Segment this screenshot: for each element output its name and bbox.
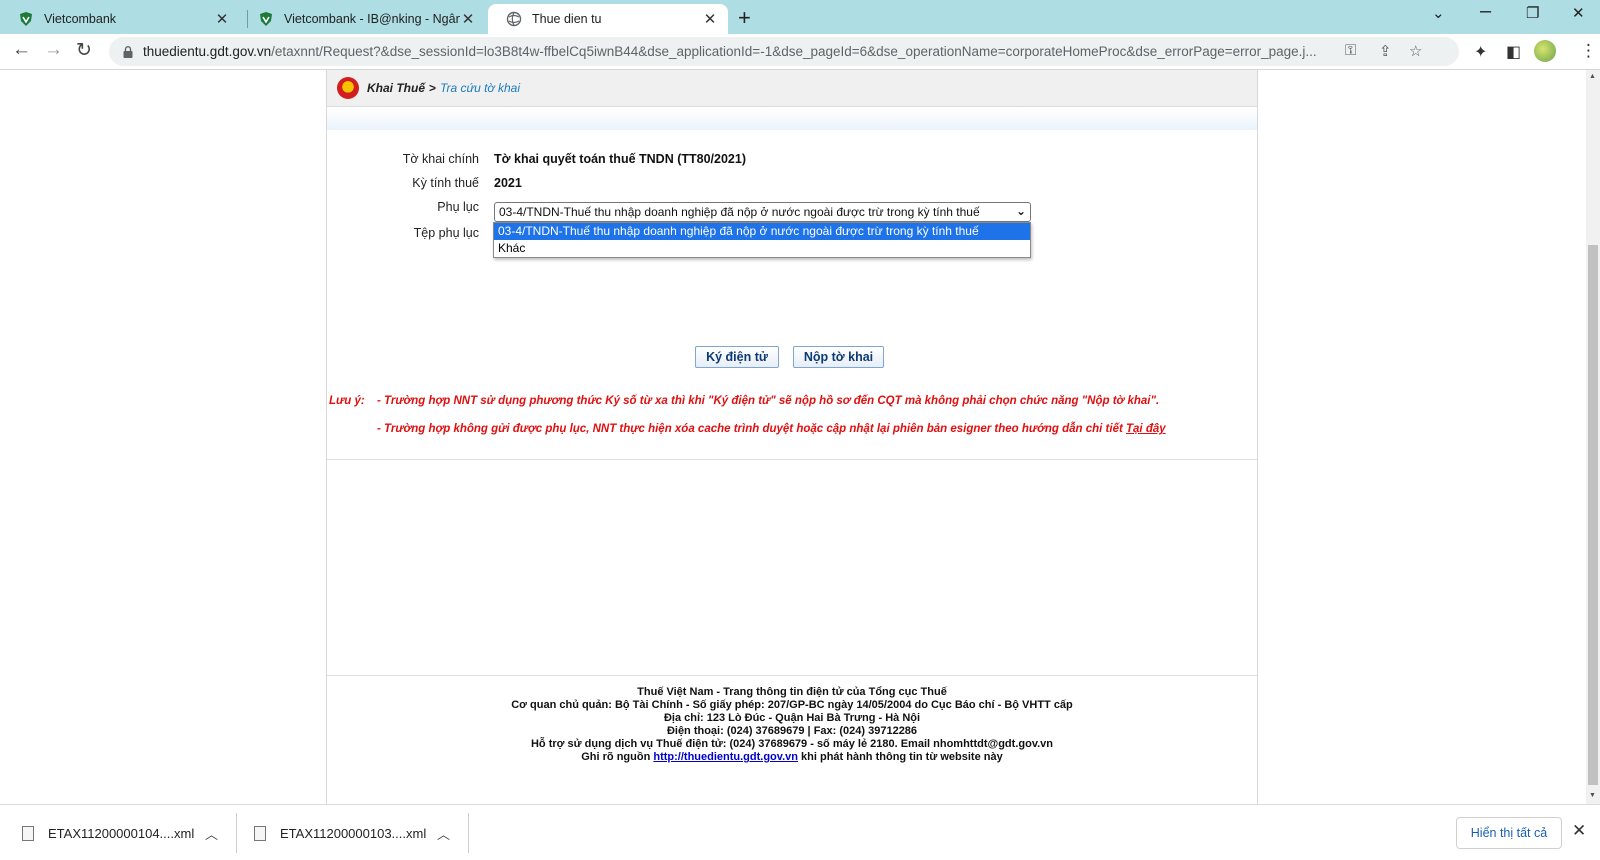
tab-vietcombank-1[interactable]: Vietcombank ✕	[0, 4, 240, 34]
back-arrow-icon[interactable]: ←	[12, 39, 31, 61]
file-icon	[22, 825, 34, 841]
tab-title: Thue dien tu	[532, 12, 602, 26]
lock-icon[interactable]	[121, 45, 135, 59]
chevron-up-icon[interactable]: ︿	[205, 824, 218, 843]
breadcrumb: Khai Thuế > Tra cứu tờ khai	[327, 70, 1257, 107]
file-icon	[254, 825, 266, 841]
appendix-select[interactable]: 03-4/TNDN-Thuế thu nhập doanh nghiệp đã …	[494, 202, 1031, 222]
extensions-icon[interactable]: ✦	[1474, 42, 1487, 62]
scroll-up-icon[interactable]: ▲	[1589, 73, 1596, 80]
breadcrumb-separator: >	[429, 81, 437, 95]
footer-line: Ghi rõ nguồn http://thuedientu.gdt.gov.v…	[327, 751, 1257, 764]
site-footer: Thuế Việt Nam - Trang thông tin điện tử …	[327, 675, 1257, 804]
scrollbar-thumb[interactable]	[1588, 245, 1598, 785]
vietcombank-shield-icon	[260, 12, 272, 26]
main-declaration-value: Tờ khai quyết toán thuế TNDN (TT80/2021)	[494, 152, 746, 166]
appendix-file-label: Tệp phụ lục	[413, 226, 479, 240]
forward-arrow-icon[interactable]: →	[44, 39, 63, 61]
download-filename: ETAX11200000103....xml	[280, 825, 427, 841]
note-line-1: - Trường hợp NNT sử dụng phương thức Ký …	[377, 395, 1160, 407]
download-bar-close-icon[interactable]: ✕	[1572, 821, 1586, 841]
address-bar[interactable]: thuedientu.gdt.gov.vn/etaxnnt/Request?&d…	[109, 37, 1459, 66]
sidepanel-icon[interactable]: ◧	[1506, 42, 1521, 62]
breadcrumb-current[interactable]: Tra cứu tờ khai	[440, 81, 520, 95]
page-viewport: Khai Thuế > Tra cứu tờ khai Tờ khai chín…	[0, 70, 1586, 804]
sign-electronic-button[interactable]: Ký điện tử	[695, 346, 779, 368]
key-icon[interactable]: ⚿	[1345, 42, 1356, 59]
download-separator	[236, 813, 237, 853]
note-line-2-text: - Trường hợp không gửi được phụ lục, NNT…	[377, 423, 1123, 435]
vietcombank-shield-icon	[20, 12, 32, 26]
note-detail-link[interactable]: Tại đây	[1126, 423, 1166, 435]
page-scrollbar[interactable]: ▲ ▼	[1586, 70, 1600, 804]
tax-period-value: 2021	[494, 176, 522, 190]
declaration-form: Tờ khai chính Tờ khai quyết toán thuế TN…	[327, 130, 1257, 460]
note-prefix: Lưu ý:	[329, 395, 365, 407]
tax-period-label: Kỳ tính thuế	[412, 176, 479, 190]
footer-line: Địa chỉ: 123 Lò Đúc - Quận Hai Bà Trưng …	[663, 712, 921, 724]
main-declaration-label: Tờ khai chính	[402, 152, 479, 166]
chevron-down-icon: ⌄	[1015, 204, 1026, 218]
show-all-downloads-button[interactable]: Hiển thị tất cả	[1456, 817, 1562, 849]
footer-line: Thuế Việt Nam - Trang thông tin điện tử …	[637, 686, 947, 698]
tab-close-icon[interactable]: ✕	[460, 10, 476, 28]
download-filename: ETAX11200000104....xml	[48, 825, 195, 841]
reload-icon[interactable]: ↻	[76, 39, 92, 62]
share-icon[interactable]: ⇪	[1379, 42, 1392, 60]
tab-close-icon[interactable]: ✕	[214, 10, 230, 28]
menu-kebab-icon[interactable]: ⋮	[1580, 41, 1597, 61]
note-line-2: - Trường hợp không gửi được phụ lục, NNT…	[377, 423, 1166, 435]
footer-site-link[interactable]: http://thuedientu.gdt.gov.vn	[653, 751, 798, 763]
appendix-selected-value: 03-4/TNDN-Thuế thu nhập doanh nghiệp đã …	[499, 205, 980, 219]
profile-avatar[interactable]	[1534, 40, 1556, 62]
download-item[interactable]: ETAX11200000103....xml ︿	[254, 813, 450, 853]
tab-close-icon[interactable]: ✕	[702, 10, 718, 28]
scroll-down-icon[interactable]: ▼	[1589, 792, 1596, 799]
url-path: /etaxnnt/Request?&dse_sessionId=lo3B8t4w…	[271, 44, 1317, 59]
footer-source-prefix: Ghi rõ nguồn	[581, 751, 651, 763]
footer-line: Cơ quan chủ quản: Bộ Tài Chính - Số giấy…	[511, 699, 1073, 711]
download-separator	[468, 813, 469, 853]
star-icon[interactable]: ☆	[1409, 42, 1422, 60]
url-host: thuedientu.gdt.gov.vn	[143, 44, 272, 59]
new-tab-icon[interactable]: +	[738, 5, 751, 31]
globe-icon	[506, 11, 522, 27]
restore-icon[interactable]: ❐	[1526, 4, 1539, 22]
page-container: Khai Thuế > Tra cứu tờ khai Tờ khai chín…	[326, 70, 1258, 804]
submit-declaration-button[interactable]: Nộp tờ khai	[793, 346, 884, 368]
window-close-icon[interactable]: ✕	[1572, 4, 1585, 22]
footer-line: Hỗ trợ sử dụng dịch vụ Thuế điện tử: (02…	[530, 738, 1054, 750]
chevron-up-icon[interactable]: ︿	[437, 824, 450, 843]
tab-search-chevron-icon[interactable]: ⌄	[1432, 4, 1445, 22]
download-bar: ETAX11200000104....xml ︿ ETAX11200000103…	[0, 804, 1600, 860]
header-band	[327, 108, 1257, 130]
footer-source-suffix: khi phát hành thông tin từ website này	[801, 751, 1003, 763]
tab-vietcombank-2[interactable]: Vietcombank - IB@nking - Ngân ✕	[240, 4, 486, 34]
tab-title: Vietcombank - IB@nking - Ngân	[284, 12, 460, 26]
appendix-option[interactable]: 03-4/TNDN-Thuế thu nhập doanh nghiệp đã …	[494, 223, 1030, 240]
appendix-dropdown-list: 03-4/TNDN-Thuế thu nhập doanh nghiệp đã …	[493, 222, 1031, 258]
appendix-label: Phụ lục	[437, 200, 479, 214]
tab-thue-dien-tu[interactable]: Thue dien tu ✕	[488, 4, 728, 34]
footer-line: Điện thoại: (024) 37689679 | Fax: (024) …	[666, 725, 918, 737]
breadcrumb-root[interactable]: Khai Thuế	[367, 81, 425, 95]
national-emblem-icon	[337, 77, 359, 99]
tab-strip: Vietcombank ✕ Vietcombank - IB@nking - N…	[0, 0, 1600, 34]
appendix-option[interactable]: Khác	[494, 240, 1030, 257]
browser-toolbar: ← → ↻ thuedientu.gdt.gov.vn/etaxnnt/Requ…	[0, 34, 1600, 70]
minimize-icon[interactable]: –	[1480, 0, 1491, 23]
download-item[interactable]: ETAX11200000104....xml ︿	[22, 813, 218, 853]
url-text[interactable]: thuedientu.gdt.gov.vn/etaxnnt/Request?&d…	[143, 44, 1348, 59]
tab-title: Vietcombank	[44, 12, 117, 26]
